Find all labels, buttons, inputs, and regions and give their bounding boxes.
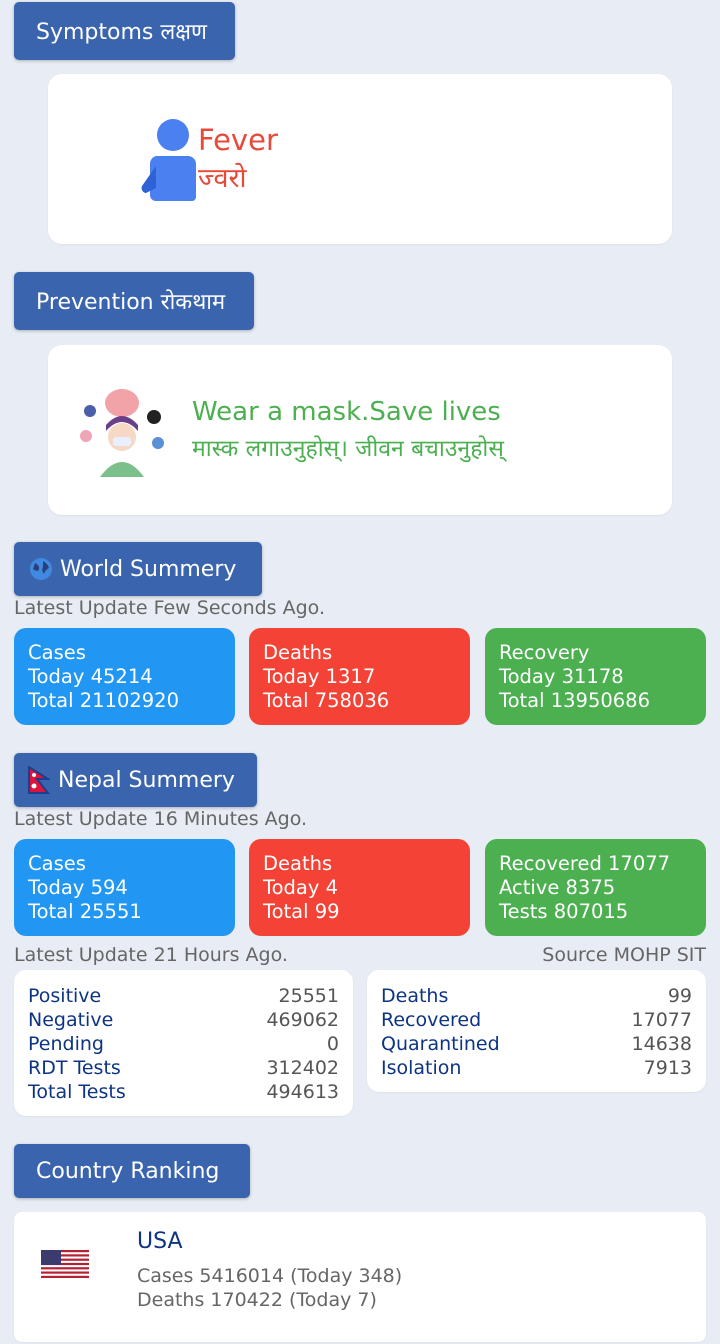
table-row: RDT Tests 312402 xyxy=(28,1056,339,1080)
row-value: 312402 xyxy=(266,1057,339,1079)
nepal-summary-label: Nepal Summery xyxy=(58,767,235,793)
row-value: 494613 xyxy=(266,1081,339,1103)
row-label: Negative xyxy=(28,1009,114,1031)
row-value: 7913 xyxy=(643,1057,692,1079)
person-icon xyxy=(141,119,196,201)
row-value: 99 xyxy=(667,985,692,1007)
row-value: 0 xyxy=(326,1033,339,1055)
nepal-cases-today: Today 594 xyxy=(28,876,128,899)
world-summary-header: World Summery xyxy=(14,542,262,596)
nepal-recovered: Recovered 17077 xyxy=(499,852,671,875)
usa-flag-icon xyxy=(41,1250,89,1278)
world-deaths-total: Total 758036 xyxy=(263,689,390,712)
world-recovery-total: Total 13950686 xyxy=(499,689,650,712)
prevention-title: Wear a mask.Save lives xyxy=(192,397,501,427)
country-ranking-header: Country Ranking xyxy=(14,1144,250,1198)
row-label: Positive xyxy=(28,985,102,1007)
symptoms-header-label: Symptoms लक्षण xyxy=(36,20,207,45)
nepal-active: Active 8375 xyxy=(499,876,616,899)
nepal-summary-header: Nepal Summery xyxy=(14,753,257,807)
row-label: Total Tests xyxy=(28,1081,126,1103)
world-cases-label: Cases xyxy=(28,641,86,664)
prevention-header: Prevention रोकथाम xyxy=(14,272,254,330)
row-label: Recovered xyxy=(381,1009,482,1031)
world-deaths-today: Today 1317 xyxy=(263,665,376,688)
symptom-card[interactable]: Fever ज्वरो xyxy=(48,74,672,244)
symptom-title-np: ज्वरो xyxy=(198,163,247,194)
mask-illustration-icon xyxy=(80,389,164,477)
globe-icon xyxy=(30,558,52,580)
nepal-other-card[interactable]: Recovered 17077 Active 8375 Tests 807015 xyxy=(485,839,706,936)
row-label: Isolation xyxy=(381,1057,462,1079)
country-deaths: Deaths 170422 (Today 7) xyxy=(137,1289,377,1311)
nepal-deaths-card[interactable]: Deaths Today 4 Total 99 xyxy=(249,839,470,936)
nepal-tests-table: Positive 25551 Negative 469062 Pending 0… xyxy=(14,970,353,1116)
nepal-cases-label: Cases xyxy=(28,852,86,875)
table-row: Pending 0 xyxy=(28,1032,339,1056)
row-label: Pending xyxy=(28,1033,104,1055)
table-row: Negative 469062 xyxy=(28,1008,339,1032)
nepal-deaths-today: Today 4 xyxy=(263,876,339,899)
prevention-title-np: मास्क लगाउनुहोस्। जीवन बचाउनुहोस् xyxy=(192,436,504,462)
row-value: 17077 xyxy=(631,1009,692,1031)
world-cases-card[interactable]: Cases Today 45214 Total 21102920 xyxy=(14,628,235,725)
row-label: Quarantined xyxy=(381,1033,500,1055)
nepal-update-text: Latest Update 16 Minutes Ago. xyxy=(14,808,308,830)
table-row: Deaths 99 xyxy=(381,984,692,1008)
table-row: Quarantined 14638 xyxy=(381,1032,692,1056)
row-label: Deaths xyxy=(381,985,449,1007)
row-value: 14638 xyxy=(631,1033,692,1055)
prevention-header-label: Prevention रोकथाम xyxy=(36,290,226,315)
world-cases-total: Total 21102920 xyxy=(28,689,179,712)
table-row: Positive 25551 xyxy=(28,984,339,1008)
prevention-card[interactable]: Wear a mask.Save lives मास्क लगाउनुहोस्।… xyxy=(48,345,672,515)
country-cases: Cases 5416014 (Today 348) xyxy=(137,1265,403,1287)
country-ranking-label: Country Ranking xyxy=(36,1158,220,1184)
world-update-text: Latest Update Few Seconds Ago. xyxy=(14,597,326,619)
world-recovery-label: Recovery xyxy=(499,641,590,664)
row-value: 469062 xyxy=(266,1009,339,1031)
symptoms-header: Symptoms लक्षण xyxy=(14,2,235,60)
nepal-deaths-total: Total 99 xyxy=(263,900,340,923)
country-name: USA xyxy=(137,1229,183,1254)
nepal-flag-icon xyxy=(28,766,50,794)
table-row: Recovered 17077 xyxy=(381,1008,692,1032)
row-label: RDT Tests xyxy=(28,1057,121,1079)
table-row: Isolation 7913 xyxy=(381,1056,692,1080)
nepal-update-text-2: Latest Update 21 Hours Ago. xyxy=(14,944,288,966)
row-value: 25551 xyxy=(278,985,339,1007)
world-cases-today: Today 45214 xyxy=(28,665,153,688)
nepal-cases-total: Total 25551 xyxy=(28,900,142,923)
nepal-tests: Tests 807015 xyxy=(499,900,629,923)
country-card-usa[interactable]: USA Cases 5416014 (Today 348) Deaths 170… xyxy=(14,1212,706,1342)
world-summary-label: World Summery xyxy=(60,556,237,582)
world-deaths-label: Deaths xyxy=(263,641,333,664)
nepal-status-table: Deaths 99 Recovered 17077 Quarantined 14… xyxy=(367,970,706,1092)
world-recovery-today: Today 31178 xyxy=(499,665,624,688)
nepal-deaths-label: Deaths xyxy=(263,852,333,875)
source-text: Source MOHP SIT xyxy=(542,944,706,966)
world-recovery-card[interactable]: Recovery Today 31178 Total 13950686 xyxy=(485,628,706,725)
nepal-cases-card[interactable]: Cases Today 594 Total 25551 xyxy=(14,839,235,936)
symptom-title: Fever xyxy=(198,123,278,157)
world-deaths-card[interactable]: Deaths Today 1317 Total 758036 xyxy=(249,628,470,725)
table-row: Total Tests 494613 xyxy=(28,1080,339,1104)
